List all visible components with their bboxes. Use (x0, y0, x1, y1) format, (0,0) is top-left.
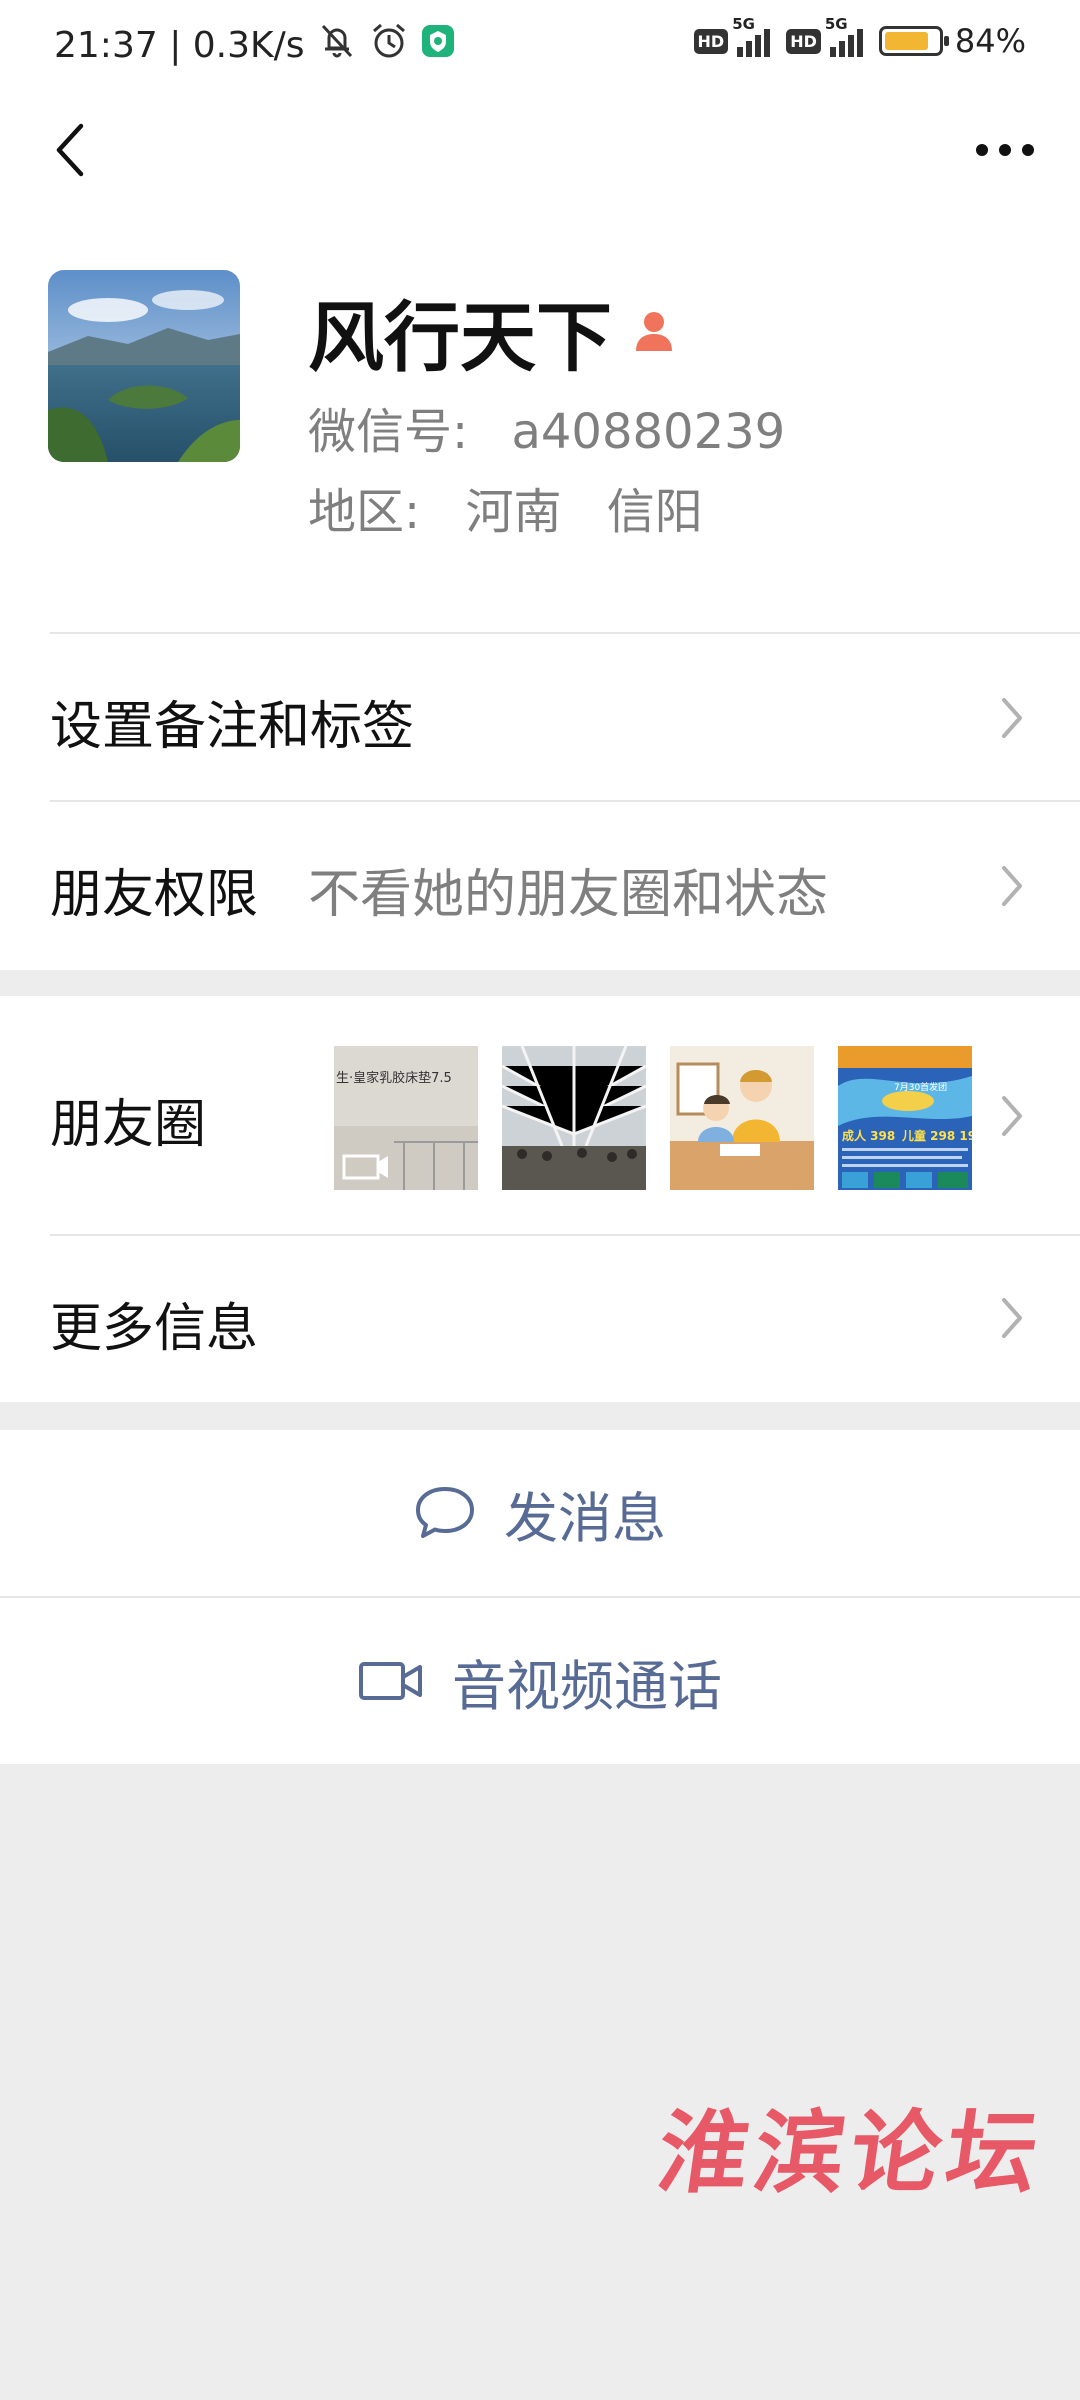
friend-permissions-cell[interactable]: 朋友权限 不看她的朋友圈和状态 (0, 802, 1080, 970)
name-row: 风行天下 (308, 276, 678, 386)
status-bar-left: 21:37 | 0.3K/s (54, 22, 455, 69)
avatar[interactable] (48, 270, 240, 462)
app-notification-icon (421, 24, 455, 67)
chevron-right-icon (1002, 866, 1022, 906)
signal-icon-2: 5G (825, 15, 863, 57)
moments-thumbnails: 生·皇家乳胶床垫7.5 7月30首发团 成人 398 儿童 298 19 (334, 1046, 996, 1190)
battery-percent: 84% (954, 22, 1026, 60)
more-button[interactable] (960, 110, 1050, 190)
profile-card: 风行天下 微信号: a40880239 地区: 河南 信阳 (0, 210, 1080, 634)
moments-label: 朋友圈 (50, 1095, 207, 1155)
back-button[interactable] (30, 110, 110, 190)
alarm-icon (369, 22, 409, 69)
friend-permissions-value: 不看她的朋友圈和状态 (308, 865, 829, 925)
wechat-id-row[interactable]: 微信号: a40880239 (308, 392, 785, 462)
status-bar: 21:37 | 0.3K/s HD 5G HD 5G 84% (0, 0, 1080, 90)
female-icon (636, 312, 672, 351)
more-info-cell[interactable]: 更多信息 (0, 1236, 1080, 1402)
chevron-right-icon (1002, 1096, 1022, 1136)
hd-badge-2: HD (786, 28, 821, 54)
more-info-label: 更多信息 (50, 1299, 259, 1359)
profile-name: 风行天下 (308, 293, 612, 382)
moments-cell[interactable]: 朋友圈 生·皇家乳胶床垫7.5 7月30首发团 成人 398 儿童 298 19 (0, 996, 1080, 1236)
signal-icon: 5G (732, 15, 771, 57)
video-camera-icon (359, 1662, 422, 1700)
moments-thumb-2 (502, 1046, 646, 1190)
chevron-left-icon (56, 123, 84, 177)
mute-icon (317, 22, 357, 69)
region-row: 地区: 河南 信阳 (308, 472, 703, 542)
hd-badge: HD (693, 28, 729, 54)
battery-icon (878, 26, 949, 56)
friend-permissions-label: 朋友权限 (50, 865, 259, 925)
remarks-tags-cell[interactable]: 设置备注和标签 (0, 634, 1080, 802)
send-message-label: 发消息 (504, 1486, 666, 1550)
chat-bubble-icon (416, 1487, 474, 1538)
moments-thumb-1: 生·皇家乳胶床垫7.5 (334, 1046, 478, 1190)
nav-bar (0, 90, 1080, 210)
region-city: 信阳 (606, 484, 703, 540)
status-time: 21:37 (54, 25, 158, 66)
svg-text:儿童 298 19: 儿童 298 19 (901, 1128, 972, 1143)
remarks-tags-label: 设置备注和标签 (50, 697, 415, 757)
region-province: 河南 (465, 484, 562, 540)
video-call-label: 音视频通话 (452, 1654, 722, 1718)
moments-thumb-4: 7月30首发团 成人 398 儿童 298 19 (838, 1046, 972, 1190)
more-dots-icon (976, 144, 1034, 156)
svg-text:成人 398: 成人 398 (842, 1128, 895, 1143)
status-network-speed: 0.3K/s (192, 25, 305, 66)
watermark: 淮滨论坛 (651, 2100, 1051, 2206)
wechat-id-value: a40880239 (511, 404, 786, 460)
status-bar-right: HD 5G HD 5G 84% (693, 15, 1026, 60)
region-label: 地区: (308, 484, 421, 540)
svg-text:生·皇家乳胶床垫7.5: 生·皇家乳胶床垫7.5 (336, 1070, 452, 1086)
moments-thumb-3 (670, 1046, 814, 1190)
chevron-right-icon (1002, 1298, 1022, 1338)
send-message-button[interactable]: 发消息 (0, 1430, 1080, 1596)
video-call-button[interactable]: 音视频通话 (0, 1598, 1080, 1764)
svg-text:7月30首发团: 7月30首发团 (894, 1081, 947, 1093)
wechat-id-label: 微信号: (308, 404, 469, 460)
chevron-right-icon (1002, 698, 1022, 738)
